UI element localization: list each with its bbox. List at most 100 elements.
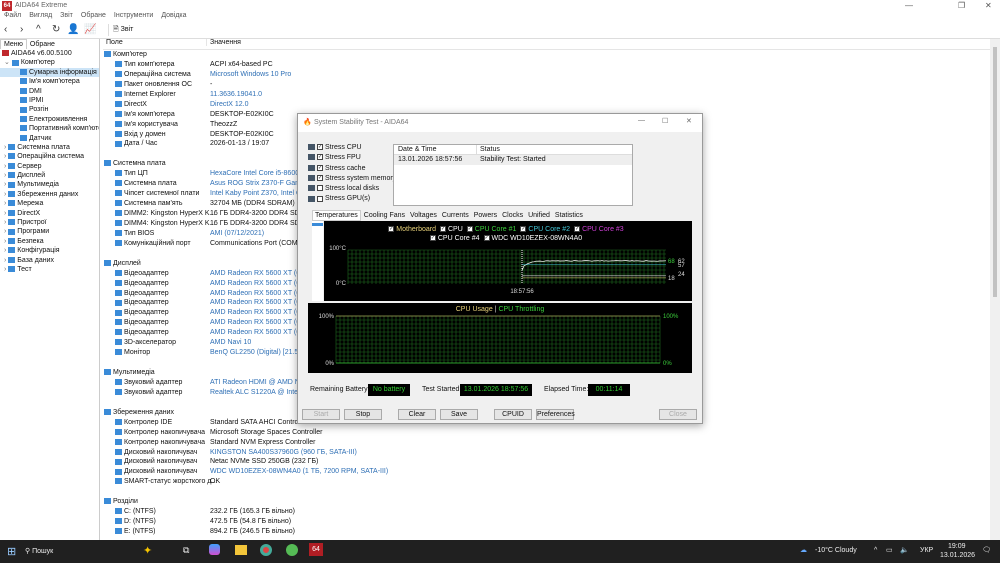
minimize-button[interactable]: — [905,1,913,10]
tree-item[interactable]: DMI [0,87,99,96]
menu-item-4[interactable]: Інструменти [114,12,153,19]
user-icon[interactable]: 👤 [67,24,79,35]
tree-item[interactable]: ⌄ Комп'ютер [0,58,99,67]
tree-item[interactable]: › Мережа [0,199,99,208]
dialog-close-button[interactable]: Close [659,409,697,420]
chart-icon[interactable]: 📈 [84,24,96,35]
maximize-button[interactable]: ❐ [958,1,965,10]
checkbox[interactable]: ✓ [317,144,323,150]
value-cell[interactable]: 11.3636.19041.0 [210,90,262,100]
close-button[interactable]: ✕ [985,1,992,10]
tab-temperatures[interactable]: Temperatures [312,210,361,221]
clock-time[interactable]: 19:09 [948,543,966,550]
tree-item[interactable]: Розгін [0,105,99,114]
refresh-icon[interactable]: ↻ [52,24,60,35]
menu-item-2[interactable]: Звіт [60,12,73,19]
value-cell[interactable]: AMD Navi 10 [210,338,251,348]
stop-button[interactable]: Stop [344,409,382,420]
tree-item[interactable]: Електроживлення [0,115,99,124]
table-row[interactable]: SMART-статус жорсткого д... OK [103,477,990,487]
task-view-icon[interactable]: ⧉ [183,545,189,556]
tab-currents[interactable]: Currents [440,211,471,220]
scrollbar[interactable] [990,39,1000,540]
start-icon[interactable]: ⊞ [7,545,16,558]
checkbox[interactable]: ✓ [317,154,323,160]
clear-button[interactable]: Clear [398,409,436,420]
utorrent-icon[interactable] [286,544,298,556]
tree-item[interactable]: › Пристрої [0,218,99,227]
tab-cooling-fans[interactable]: Cooling Fans [362,211,407,220]
cpuid-button[interactable]: CPUID [494,409,532,420]
file-explorer-icon[interactable] [235,545,247,555]
checkbox[interactable] [317,185,323,191]
save-button[interactable]: Save [440,409,478,420]
tree-item[interactable]: › Тест [0,265,99,274]
tree-item[interactable]: IPMI [0,96,99,105]
menu-item-0[interactable]: Файл [4,12,21,19]
table-row[interactable]: Контролер накопичувача Standard NVM Expre… [103,438,990,448]
tree-item[interactable]: › Сервер [0,162,99,171]
scroll-thumb[interactable] [993,47,997,297]
tree-item[interactable]: › Безпека [0,237,99,246]
tab-unified[interactable]: Unified [526,211,552,220]
checkbox[interactable]: ✓ [317,165,323,171]
tree-item[interactable]: Датчик [0,134,99,143]
tree-item[interactable]: › База даних [0,256,99,265]
stress-option[interactable]: ✓ Stress system memory [308,174,396,184]
table-row[interactable]: D: (NTFS) 472.5 ГБ (54.8 ГБ вільно) [103,517,990,527]
tab-favorites[interactable]: Обране [27,40,58,49]
tree-item[interactable]: › Конфігурація [0,246,99,255]
checkbox[interactable] [317,196,323,202]
tree-item[interactable]: Портативний комп'ютер [0,124,99,133]
weather-text[interactable]: -10°C Cloudy [815,547,857,554]
search-box[interactable]: ⚲ Пошук ✦ [25,543,175,560]
table-row[interactable]: Операційна система Microsoft Windows 10 P… [103,70,990,80]
dialog-close[interactable]: ✕ [686,117,692,125]
back-icon[interactable]: ‹ [4,24,7,35]
tab-menu[interactable]: Меню [0,39,27,49]
aida64-taskbar-icon[interactable]: 64 [309,543,323,556]
tray-chevron-icon[interactable]: ^ [874,547,877,554]
tab-voltages[interactable]: Voltages [408,211,439,220]
stress-option[interactable]: Stress local disks [308,184,396,194]
preferences-button[interactable]: Preferences [536,409,574,420]
dialog-maximize[interactable]: ☐ [662,117,668,125]
chevron-down-icon[interactable]: ⌄ [4,59,12,66]
start-button[interactable]: Start [302,409,340,420]
dialog-minimize[interactable]: — [638,117,645,124]
table-row[interactable]: DirectX DirectX 12.0 [103,100,990,110]
column-field[interactable]: Поле [106,39,123,46]
tab-statistics[interactable]: Statistics [553,211,585,220]
copilot-icon[interactable] [209,544,220,555]
clock-date[interactable]: 13.01.2026 [940,552,975,559]
tree-item[interactable]: Ім'я комп'ютера [0,77,99,86]
tree-item[interactable]: › Збереження даних [0,190,99,199]
value-cell[interactable]: AMI (07/12/2021) [210,229,264,239]
value-cell[interactable]: KINGSTON SA400S37960G (960 ГБ, SATA-III) [210,448,357,458]
report-button[interactable]: 🗎 Звіт [108,24,133,36]
menu-item-1[interactable]: Вигляд [29,12,52,19]
column-value[interactable]: Значення [206,39,241,46]
language-indicator[interactable]: УКР [920,547,933,554]
tree-item[interactable]: › Системна плата [0,143,99,152]
checkbox[interactable]: ✓ [317,175,323,181]
value-cell[interactable]: Microsoft Windows 10 Pro [210,70,291,80]
tab-powers[interactable]: Powers [472,211,499,220]
menu-item-5[interactable]: Довідка [161,12,186,19]
tab-clocks[interactable]: Clocks [500,211,525,220]
table-row[interactable]: Дисковий накопичувач KINGSTON SA400S37960… [103,448,990,458]
tree-item[interactable]: Сумарна інформація [0,68,99,77]
value-cell[interactable]: Asus ROG Strix Z370-F Gaming [210,179,310,189]
chrome-icon[interactable] [260,544,272,556]
volume-icon[interactable]: 🔈 [900,546,909,554]
notifications-icon[interactable]: 🗨 [982,546,991,554]
graph-list[interactable] [312,221,323,301]
value-cell[interactable]: DirectX 12.0 [210,100,249,110]
tree-item[interactable]: › Дисплей [0,171,99,180]
table-row[interactable]: Internet Explorer 11.3636.19041.0 [103,90,990,100]
table-row[interactable]: Дисковий накопичувач Netac NVMe SSD 250GB… [103,457,990,467]
stress-option[interactable]: Stress GPU(s) [308,194,396,204]
table-row[interactable]: E: (NTFS) 894.2 ГБ (246.5 ГБ вільно) [103,527,990,537]
table-row[interactable]: C: (NTFS) 232.2 ГБ (165.3 ГБ вільно) [103,507,990,517]
table-row[interactable]: Тип комп'ютера ACPI x64-based PC [103,60,990,70]
